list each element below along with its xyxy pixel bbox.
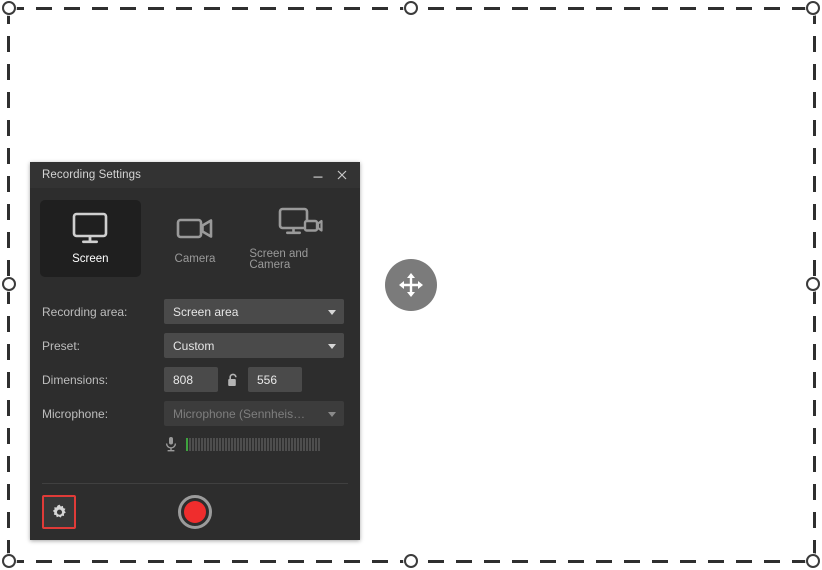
- microphone-select[interactable]: Microphone (Sennheis…: [164, 401, 344, 426]
- screen-root: Recording Settings Screen Camera Screen …: [0, 0, 822, 570]
- mode-tab-camera-label: Camera: [174, 253, 216, 266]
- gear-icon: [52, 504, 66, 518]
- dimensions-group: 808 556: [164, 367, 302, 392]
- preset-row: Preset: Custom: [42, 329, 348, 362]
- resize-handle-top-left[interactable]: [2, 1, 16, 15]
- monitor-icon: [70, 211, 110, 247]
- record-button[interactable]: [178, 495, 212, 529]
- preset-value: Custom: [173, 338, 215, 353]
- recording-mode-tabs: Screen Camera Screen and Camera: [30, 188, 360, 285]
- resize-handle-middle-left[interactable]: [2, 277, 16, 291]
- chevron-down-icon: [328, 309, 336, 315]
- microphone-value: Microphone (Sennheis…: [173, 406, 306, 421]
- mode-tab-screen-and-camera-label: Screen and Camera: [249, 247, 309, 271]
- chevron-down-icon: [328, 411, 336, 417]
- monitor-and-camcorder-icon: [277, 206, 323, 242]
- microphone-label: Microphone:: [42, 406, 109, 421]
- unlocked-padlock-icon: [228, 373, 237, 386]
- record-button-icon: [184, 501, 206, 523]
- preset-label: Preset:: [42, 338, 81, 353]
- resize-handle-top-center[interactable]: [404, 1, 418, 15]
- minimize-button[interactable]: [306, 164, 330, 186]
- mode-tab-camera[interactable]: Camera: [145, 200, 246, 277]
- mode-tab-screen-and-camera[interactable]: Screen and Camera: [249, 200, 350, 277]
- microphone-row: Microphone: Microphone (Sennheis…: [42, 397, 348, 430]
- camcorder-icon: [175, 211, 215, 247]
- microphone-icon: [165, 437, 177, 452]
- microphone-level-meter: [186, 437, 348, 451]
- preset-select[interactable]: Custom: [164, 333, 344, 358]
- resize-handle-bottom-center[interactable]: [404, 554, 418, 568]
- recording-area-select[interactable]: Screen area: [164, 299, 344, 324]
- microphone-level-row: [42, 431, 348, 457]
- settings-button[interactable]: [42, 495, 76, 529]
- resize-handle-middle-right[interactable]: [806, 277, 820, 291]
- move-selection-handle[interactable]: [385, 259, 437, 311]
- resize-handle-top-right[interactable]: [806, 1, 820, 15]
- dimension-height-input[interactable]: 556: [248, 367, 302, 392]
- mode-tab-screen[interactable]: Screen: [40, 200, 141, 277]
- chevron-down-icon: [328, 343, 336, 349]
- panel-title: Recording Settings: [42, 169, 141, 181]
- recording-settings-panel: Recording Settings Screen Camera Screen …: [30, 162, 360, 540]
- aspect-ratio-lock-toggle[interactable]: [226, 373, 240, 387]
- dimensions-label: Dimensions:: [42, 372, 109, 387]
- move-arrows-icon: [399, 273, 423, 297]
- resize-handle-bottom-right[interactable]: [806, 554, 820, 568]
- settings-form: Recording area: Screen area Preset: Cust…: [30, 285, 360, 471]
- panel-footer: [30, 484, 360, 540]
- close-button[interactable]: [330, 164, 354, 186]
- resize-handle-bottom-left[interactable]: [2, 554, 16, 568]
- panel-titlebar[interactable]: Recording Settings: [30, 162, 360, 188]
- mode-tab-screen-label: Screen: [72, 253, 109, 266]
- minimize-icon: [313, 176, 323, 178]
- dimension-width-input[interactable]: 808: [164, 367, 218, 392]
- recording-area-row: Recording area: Screen area: [42, 295, 348, 328]
- recording-area-value: Screen area: [173, 304, 239, 319]
- dimensions-row: Dimensions: 808 556: [42, 363, 348, 396]
- close-icon: [337, 170, 347, 180]
- recording-area-label: Recording area:: [42, 304, 128, 319]
